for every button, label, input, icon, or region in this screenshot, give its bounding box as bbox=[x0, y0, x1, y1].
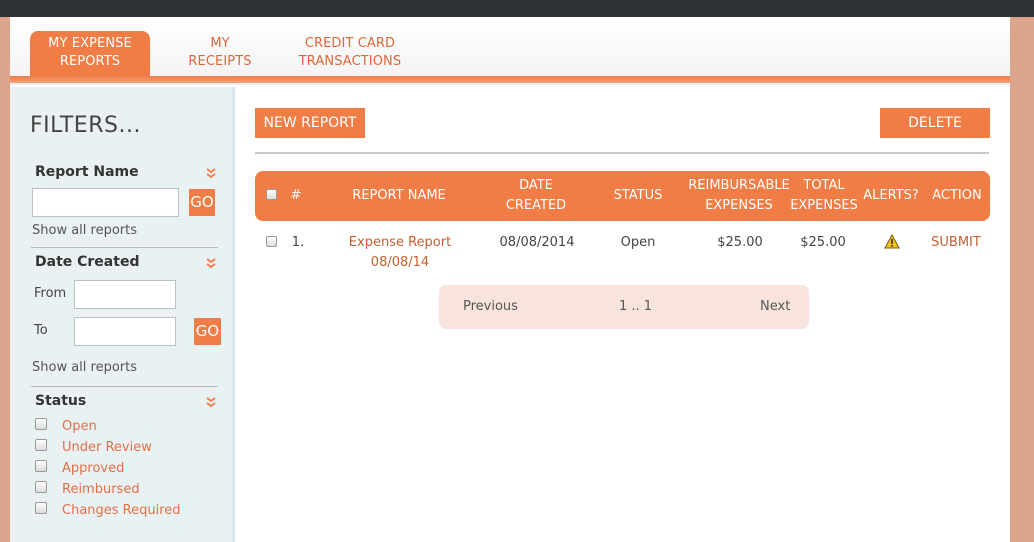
next-page-button[interactable]: Next bbox=[760, 299, 790, 314]
header-accent-line bbox=[10, 76, 1010, 83]
tab-my-expense-reports[interactable]: MY EXPENSE REPORTS bbox=[30, 31, 150, 76]
header-reimbursable-line1[interactable]: REIMBURSABLE bbox=[688, 176, 790, 196]
warning-icon[interactable] bbox=[884, 233, 900, 253]
delete-button[interactable]: DELETE bbox=[880, 108, 990, 138]
header-date-created-line2[interactable]: CREATED bbox=[496, 196, 576, 216]
select-all-checkbox[interactable] bbox=[266, 189, 277, 200]
header-total-line2[interactable]: EXPENSES bbox=[786, 196, 862, 216]
header-status[interactable]: STATUS bbox=[603, 186, 673, 206]
report-name-show-all-link[interactable]: Show all reports bbox=[32, 223, 137, 238]
status-changes-required-label[interactable]: Changes Required bbox=[62, 503, 181, 518]
page-numbers[interactable]: 1 .. 1 bbox=[619, 299, 652, 314]
filters-title: FILTERS... bbox=[30, 113, 141, 138]
chevron-down-icon[interactable] bbox=[205, 257, 217, 269]
filters-sidebar: FILTERS... Report Name GO Show all repor… bbox=[10, 87, 235, 542]
tab-label-line1: CREDIT CARD bbox=[304, 36, 396, 51]
date-created-filter-title: Date Created bbox=[35, 254, 140, 270]
status-approved-checkbox[interactable] bbox=[35, 460, 47, 472]
tab-label-line2: REPORTS bbox=[59, 54, 121, 69]
status-under-review-label[interactable]: Under Review bbox=[62, 440, 152, 455]
header-total-line1[interactable]: TOTAL bbox=[786, 176, 862, 196]
tab-credit-card-transactions[interactable]: CREDIT CARD TRANSACTIONS bbox=[280, 31, 420, 76]
tab-label-line2: RECEIPTS bbox=[188, 54, 252, 69]
row-total: $25.00 bbox=[800, 235, 846, 250]
date-go-button[interactable]: GO bbox=[194, 318, 221, 345]
chevron-down-icon[interactable] bbox=[205, 167, 217, 179]
row-reimbursable: $25.00 bbox=[717, 235, 763, 250]
status-reimbursed-label[interactable]: Reimbursed bbox=[62, 482, 140, 497]
header-reimbursable-line2[interactable]: EXPENSES bbox=[688, 196, 790, 216]
date-from-input[interactable] bbox=[74, 280, 176, 309]
status-open-label[interactable]: Open bbox=[62, 419, 97, 434]
tab-label-line1: MY EXPENSE bbox=[48, 36, 132, 51]
to-label: To bbox=[34, 323, 48, 338]
status-under-review-checkbox[interactable] bbox=[35, 439, 47, 451]
pagination: Previous 1 .. 1 Next bbox=[439, 285, 809, 329]
new-report-button[interactable]: NEW REPORT bbox=[255, 108, 365, 138]
report-name-go-button[interactable]: GO bbox=[189, 189, 215, 216]
row-number: 1. bbox=[291, 235, 305, 250]
report-name-filter-title: Report Name bbox=[35, 164, 139, 180]
page-margin-left bbox=[0, 17, 10, 542]
browser-top-bar bbox=[0, 0, 1034, 17]
row-report-name-link[interactable]: Expense Report 08/08/14 bbox=[319, 233, 481, 273]
from-label: From bbox=[34, 286, 67, 301]
tab-label-line1: MY bbox=[210, 36, 230, 51]
divider bbox=[31, 247, 218, 248]
row-checkbox[interactable] bbox=[266, 236, 277, 247]
date-show-all-link[interactable]: Show all reports bbox=[32, 360, 137, 375]
header-alerts: ALERTS? bbox=[863, 188, 919, 203]
previous-page-button[interactable]: Previous bbox=[463, 299, 518, 314]
status-open-checkbox[interactable] bbox=[35, 418, 47, 430]
table-header: # REPORT NAME DATE CREATED STATUS REIMBU… bbox=[255, 171, 990, 221]
chevron-down-icon[interactable] bbox=[205, 396, 217, 408]
tab-label-line2: TRANSACTIONS bbox=[298, 54, 402, 69]
tab-my-receipts[interactable]: MY RECEIPTS bbox=[170, 31, 270, 76]
header: MY EXPENSE REPORTS MY RECEIPTS CREDIT CA… bbox=[10, 17, 1010, 85]
page-margin-right bbox=[1010, 17, 1034, 542]
status-filter-title: Status bbox=[35, 393, 87, 409]
header-action: ACTION bbox=[932, 188, 982, 203]
status-reimbursed-checkbox[interactable] bbox=[35, 481, 47, 493]
app-window: MY EXPENSE REPORTS MY RECEIPTS CREDIT CA… bbox=[10, 17, 1010, 542]
row-submit-link[interactable]: SUBMIT bbox=[926, 233, 986, 253]
toolbar-divider bbox=[255, 152, 989, 154]
row-date-created: 08/08/2014 bbox=[499, 235, 575, 250]
header-number: # bbox=[290, 188, 302, 203]
report-name-input[interactable] bbox=[32, 188, 179, 217]
date-to-input[interactable] bbox=[74, 317, 176, 346]
header-report-name[interactable]: REPORT NAME bbox=[329, 186, 469, 206]
row-status: Open bbox=[620, 235, 656, 250]
status-changes-required-checkbox[interactable] bbox=[35, 502, 47, 514]
divider bbox=[31, 386, 218, 387]
status-approved-label[interactable]: Approved bbox=[62, 461, 124, 476]
header-date-created-line1[interactable]: DATE bbox=[496, 176, 576, 196]
